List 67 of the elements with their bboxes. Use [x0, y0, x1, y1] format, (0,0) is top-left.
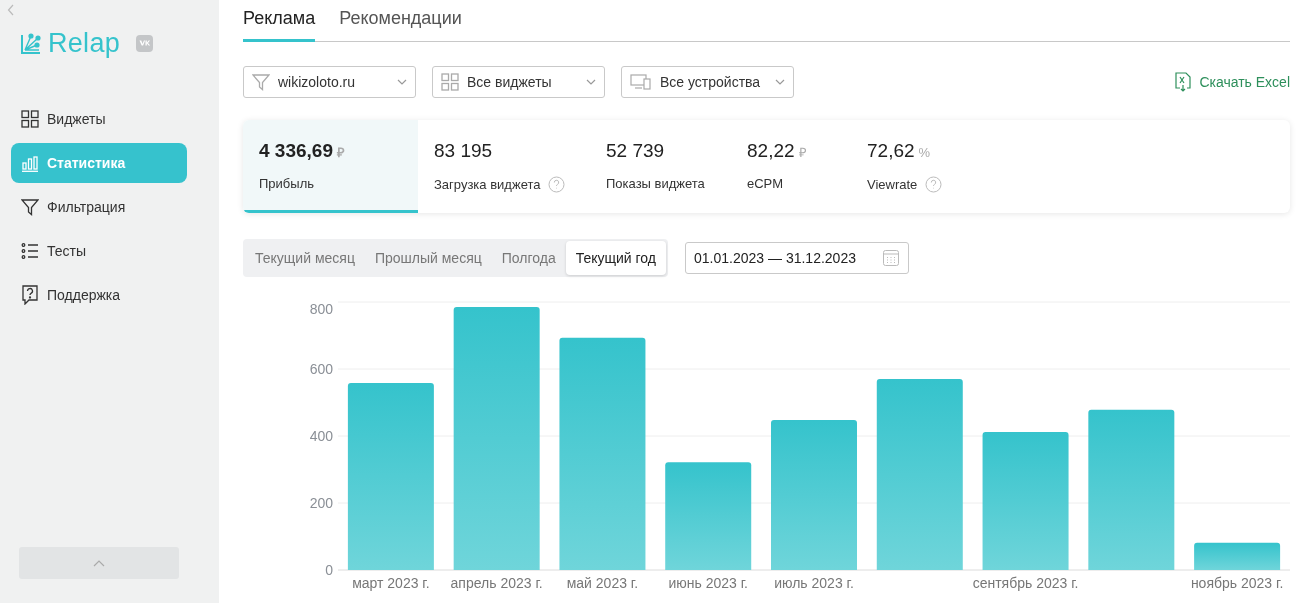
help-bubble-icon: [21, 285, 39, 305]
stat-tile[interactable]: 52 739 Показы виджета: [590, 120, 731, 213]
sidebar-item[interactable]: Поддержка: [11, 275, 187, 315]
stat-value: 83 195: [434, 140, 493, 161]
stat-unit: ₽: [798, 145, 807, 160]
x-axis-label: сентябрь 2023 г.: [972, 575, 1079, 591]
stat-label: Загрузка виджета: [434, 177, 541, 192]
date-range-field[interactable]: 01.01.2023 — 31.12.2023: [685, 242, 909, 274]
download-excel-link[interactable]: Скачать Excel: [1175, 72, 1290, 92]
excel-file-icon: [1175, 72, 1192, 92]
y-axis-label: 600: [309, 361, 333, 377]
sidebar-item[interactable]: Тесты: [11, 231, 187, 271]
y-axis-label: 800: [309, 301, 333, 317]
x-axis-label: март 2023 г.: [352, 575, 430, 591]
tab[interactable]: Рекомендации: [339, 0, 462, 42]
collapse-button[interactable]: [19, 547, 179, 579]
y-axis-label: 0: [325, 562, 333, 578]
grid-icon: [21, 110, 39, 128]
chevron-down-icon: [586, 79, 596, 85]
tab[interactable]: Реклама: [243, 0, 316, 42]
filter-dropdown[interactable]: wikizoloto.ru: [243, 66, 416, 98]
filter-dropdown[interactable]: Все виджеты: [432, 66, 605, 98]
bar-chart-icon: [21, 154, 39, 172]
x-axis-label: апрель 2023 г.: [450, 575, 543, 591]
logo-text: Relap: [48, 28, 121, 59]
help-icon[interactable]: [925, 176, 943, 193]
y-axis-label: 200: [309, 495, 333, 511]
list-icon: [21, 242, 39, 260]
filter-dropdown[interactable]: Все устройства: [621, 66, 794, 98]
stat-tile[interactable]: 4 336,69 ₽ Прибыль: [243, 120, 418, 213]
x-axis-label: май 2023 г.: [566, 575, 639, 591]
filter-icon: [21, 198, 39, 216]
stat-tile[interactable]: 83 195 Загрузка виджета: [418, 120, 590, 213]
period-tab[interactable]: Полгода: [491, 241, 566, 275]
filter-icon: [252, 73, 270, 91]
x-axis-label: июнь 2023 г.: [668, 575, 748, 591]
stat-label: eCPM: [747, 176, 784, 191]
grid-icon: [441, 73, 459, 91]
stat-label: Показы виджета: [606, 176, 705, 191]
devices-icon: [630, 73, 652, 91]
logo-icon: [20, 32, 42, 55]
stat-value: 82,22: [747, 140, 795, 161]
help-icon[interactable]: [548, 176, 566, 193]
date-range-text: 01.01.2023 — 31.12.2023: [694, 250, 856, 266]
period-tab[interactable]: Текущий месяц: [245, 241, 365, 275]
period-tab[interactable]: Прошлый месяц: [364, 241, 492, 275]
stat-tile[interactable]: 72,62 % Viewrate: [851, 120, 991, 213]
vk-badge-icon: [136, 35, 154, 52]
stat-unit: ₽: [336, 145, 345, 160]
chevron-left-icon[interactable]: [7, 4, 15, 16]
stat-tile[interactable]: 82,22 ₽ eCPM: [731, 120, 851, 213]
y-axis-label: 400: [309, 428, 333, 444]
sidebar-item[interactable]: Виджеты: [11, 99, 187, 139]
chevron-up-icon: [93, 559, 105, 567]
x-axis-label: ноябрь 2023 г.: [1190, 575, 1284, 591]
sidebar-item[interactable]: Фильтрация: [11, 187, 187, 227]
stat-label: Прибыль: [259, 176, 314, 191]
stat-value: 72,62: [867, 140, 915, 161]
period-tab[interactable]: Текущий год: [565, 241, 667, 275]
chevron-down-icon: [397, 79, 407, 85]
stat-unit: %: [918, 145, 931, 160]
calendar-icon: [881, 249, 900, 267]
stat-label: Viewrate: [867, 177, 918, 192]
stat-value: 4 336,69: [259, 140, 333, 161]
chevron-down-icon: [775, 79, 785, 85]
x-axis-label: июль 2023 г.: [774, 575, 854, 591]
stat-value: 52 739: [606, 140, 665, 161]
